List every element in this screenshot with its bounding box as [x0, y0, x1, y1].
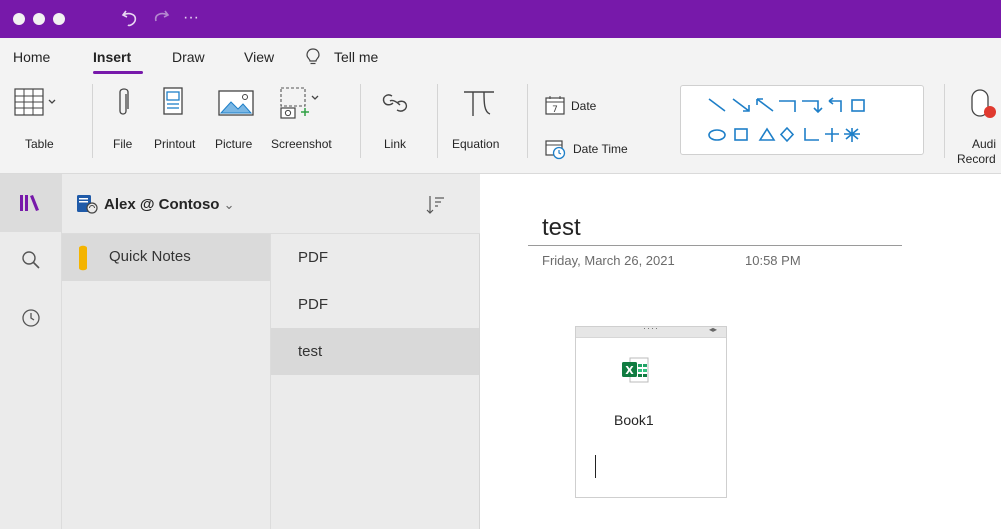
drag-handle-icon: ···· [643, 323, 659, 333]
ellipse-shape-icon [708, 129, 726, 141]
ribbon-tabs: Home Insert Draw View Tell me [0, 38, 1001, 74]
date-label: Date [571, 99, 597, 113]
notebook-header: Alex @ Contoso ⌄ [62, 174, 480, 234]
triangle-shape-icon [758, 127, 776, 141]
audio-label: Audi [972, 137, 997, 151]
redo-icon[interactable] [149, 7, 171, 29]
close-window-button[interactable] [13, 13, 25, 25]
pi-icon [464, 91, 494, 116]
tab-view[interactable]: View [244, 49, 274, 65]
elbow-arrow-shape-icon [802, 100, 823, 114]
excel-file-icon: X [622, 357, 649, 383]
link-icon [382, 94, 408, 112]
axis-3d-shape-icon [844, 128, 860, 142]
undo-icon[interactable] [120, 7, 142, 29]
shapes-gallery-icons [708, 97, 865, 143]
rectangle-shape-icon [851, 99, 865, 112]
notebooks-rail-button[interactable] [0, 174, 62, 232]
page-item-test[interactable]: test [271, 328, 479, 375]
audio-label-line2: Record [957, 152, 996, 166]
picture-icon [218, 90, 254, 116]
ribbon-separator [527, 84, 528, 158]
ribbon-insert: Table File Printout Picture Screenshot L… [0, 74, 1001, 174]
sections-list: Quick Notes [62, 234, 271, 529]
page-canvas[interactable]: test Friday, March 26, 2021 10:58 PM ···… [481, 174, 1001, 529]
axis-shape-icon [804, 128, 819, 141]
page-time: 10:58 PM [745, 253, 801, 268]
arrow-up-left-shape-icon [756, 98, 774, 112]
navigation-rail [0, 174, 62, 529]
paperclip-icon [119, 88, 129, 115]
arrow-shape-icon [732, 98, 750, 112]
table-label: Table [25, 137, 54, 151]
text-caret [595, 455, 596, 478]
axis-cross-shape-icon [825, 128, 839, 142]
svg-text:X: X [625, 364, 634, 377]
minimize-window-button[interactable] [33, 13, 45, 25]
screenshot-label: Screenshot [271, 137, 332, 151]
ribbon-separator [437, 84, 438, 158]
svg-text:7: 7 [552, 105, 558, 115]
page-item-pdf[interactable]: PDF [271, 234, 479, 281]
calendar-icon: 7 [545, 96, 565, 115]
table-icon [14, 88, 56, 116]
calendar-clock-icon [545, 140, 566, 160]
diamond-shape-icon [779, 126, 795, 143]
equation-label: Equation [452, 137, 500, 151]
note-container-handle[interactable]: ···· ◂▸ [576, 323, 726, 338]
printout-icon [163, 87, 183, 115]
tab-draw[interactable]: Draw [172, 49, 205, 65]
square-shape-icon [734, 128, 748, 141]
zoom-window-button[interactable] [53, 13, 65, 25]
recent-clock-icon[interactable] [21, 308, 41, 328]
lightbulb-icon [306, 48, 320, 65]
page-item-pdf-2[interactable]: PDF [271, 281, 479, 328]
elbow-shape-icon [779, 100, 796, 112]
elbow-back-shape-icon [828, 97, 842, 112]
picture-label: Picture [215, 137, 253, 151]
page-date: Friday, March 26, 2021 [542, 253, 675, 268]
link-label: Link [384, 137, 407, 151]
more-options-button[interactable]: ··· [183, 4, 199, 32]
date-time-label: Date Time [573, 142, 628, 156]
note-container[interactable]: ···· ◂▸ X Book1 [575, 323, 727, 498]
notebook-sync-icon [77, 195, 98, 214]
notebook-selector[interactable]: Alex @ Contoso ⌄ [104, 196, 235, 213]
attachment-name: Book1 [614, 412, 654, 428]
chevron-down-icon: ⌄ [223, 197, 235, 212]
line-shape-icon [708, 98, 726, 112]
search-icon[interactable] [21, 250, 41, 270]
ribbon-separator [360, 84, 361, 158]
tab-tell-me[interactable]: Tell me [334, 49, 378, 65]
ribbon-separator [944, 84, 945, 158]
title-divider [528, 245, 902, 246]
screenshot-icon [280, 87, 319, 119]
printout-label: Printout [154, 137, 196, 151]
pages-list: PDF PDF test [271, 234, 480, 529]
page-title[interactable]: test [542, 214, 581, 242]
page-label: PDF [298, 249, 328, 266]
sort-icon[interactable] [426, 194, 446, 216]
ribbon-separator [92, 84, 93, 158]
tab-insert[interactable]: Insert [93, 49, 131, 65]
section-item-quick-notes[interactable]: Quick Notes [62, 234, 270, 281]
section-tab-icon [79, 245, 87, 271]
tab-home[interactable]: Home [13, 49, 50, 65]
resize-handle-icon[interactable]: ◂▸ [709, 325, 717, 334]
shapes-gallery[interactable] [680, 85, 924, 155]
file-label: File [113, 137, 133, 151]
notebooks-icon [20, 195, 39, 211]
notebook-name: Alex @ Contoso [104, 196, 220, 213]
page-label: PDF [298, 296, 328, 313]
page-label: test [298, 343, 323, 360]
microphone-icon [971, 89, 996, 118]
section-label: Quick Notes [109, 248, 191, 265]
title-bar: ··· [0, 0, 1001, 38]
